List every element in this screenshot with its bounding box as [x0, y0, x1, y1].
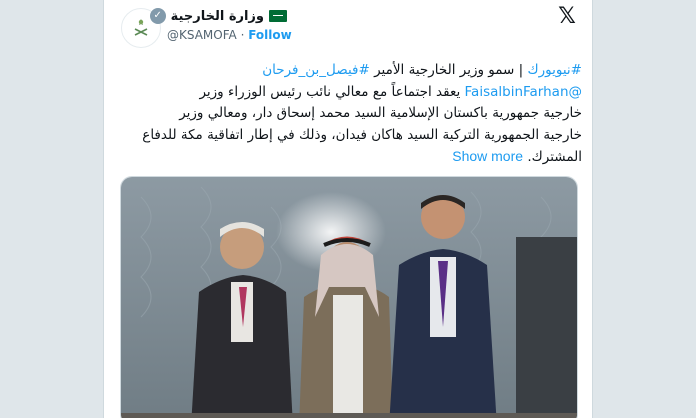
- tweet-text-segment: | سمو وزير الخارجية الأمير: [369, 62, 528, 78]
- hashtag-link[interactable]: #فيصل_بن_فرحان: [262, 62, 370, 78]
- author-handle[interactable]: @KSAMOFA: [167, 28, 237, 42]
- saudi-flag-icon: [269, 10, 287, 22]
- verified-badge-icon: ✓: [149, 8, 166, 24]
- tweet-text: #نيويورك | سمو وزير الخارجية الأمير #فيص…: [120, 60, 582, 169]
- photo-image: [121, 177, 577, 418]
- author-name[interactable]: وزارة الخارجية: [171, 9, 264, 24]
- tweet-card[interactable]: 𝕏 ✓ وزارة الخارجية @KSAMOFA · Follow #ني…: [103, 0, 593, 418]
- tweet-line-5: المشترك. Show more: [120, 146, 582, 169]
- author-line: ✓ وزارة الخارجية: [149, 8, 287, 24]
- mention-link[interactable]: @FaisalbinFarhan: [465, 84, 582, 100]
- x-logo-icon[interactable]: 𝕏: [556, 6, 578, 28]
- tweet-line-4: خارجية الجمهورية التركية السيد هاكان فيد…: [142, 126, 582, 143]
- follow-button[interactable]: Follow: [248, 28, 292, 42]
- separator: ·: [240, 28, 245, 42]
- tweet-line-1: #نيويورك | سمو وزير الخارجية الأمير #فيص…: [120, 60, 582, 82]
- tweet-photo[interactable]: [120, 176, 578, 418]
- tweet-text-segment: المشترك.: [527, 149, 582, 165]
- tweet-line-2: @FaisalbinFarhan يعقد اجتماعاً مع معالي …: [120, 82, 582, 104]
- tweet-line-3: خارجية جمهورية باكستان الإسلامية السيد م…: [179, 105, 582, 121]
- hashtag-link[interactable]: #نيويورك: [528, 62, 583, 78]
- show-more-link[interactable]: Show more: [452, 148, 523, 164]
- tweet-text-segment: يعقد اجتماعاً مع معالي نائب رئيس الوزراء…: [199, 83, 465, 100]
- handle-line: @KSAMOFA · Follow: [167, 28, 292, 42]
